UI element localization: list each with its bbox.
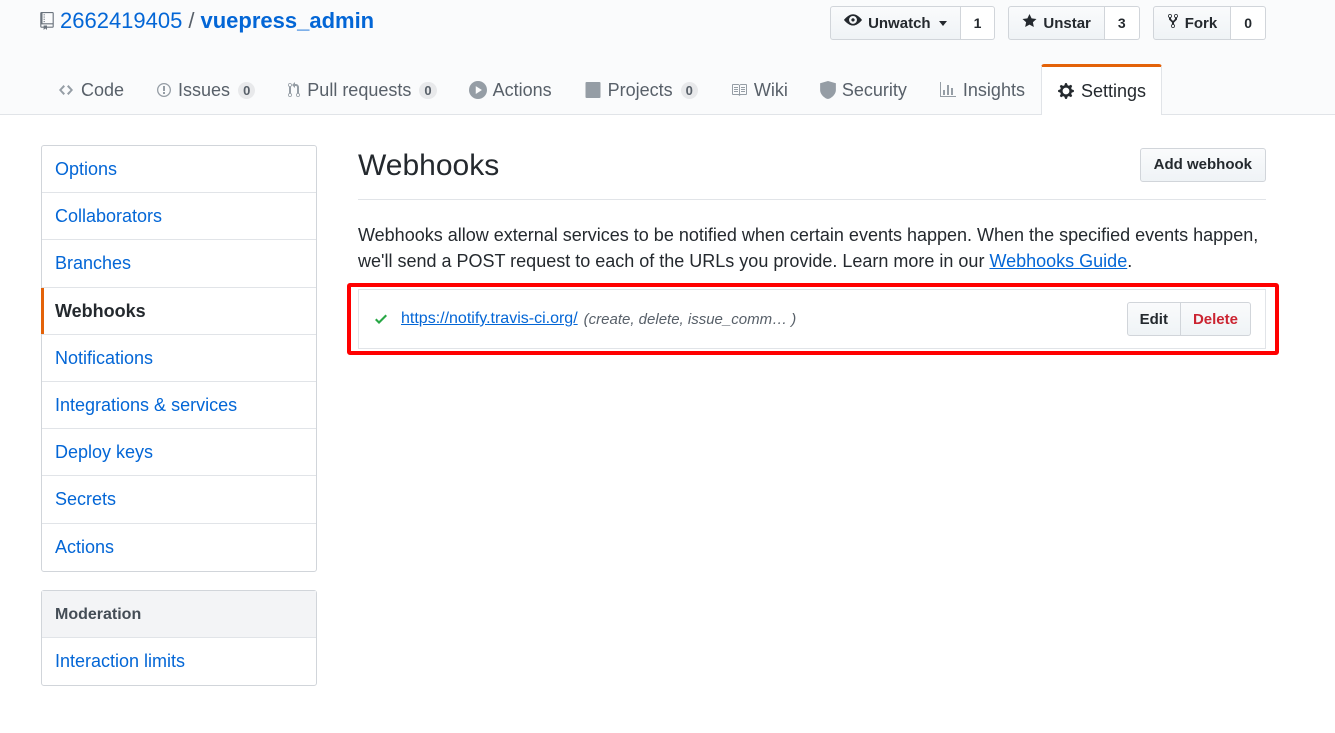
tab-settings-label: Settings <box>1080 80 1147 101</box>
issues-counter: 0 <box>238 81 256 99</box>
fork-label: Fork <box>1184 14 1218 32</box>
settings-sidebar: Options Collaborators Branches Webhooks … <box>41 145 317 572</box>
star-count[interactable]: 3 <box>1104 6 1140 40</box>
star-group: Unstar 3 <box>1008 6 1140 40</box>
webhooks-guide-link[interactable]: Webhooks Guide <box>989 251 1127 271</box>
sidebar-item-interaction-limits[interactable]: Interaction limits <box>42 638 316 685</box>
tab-pull-requests-label: Pull requests <box>307 79 412 100</box>
tab-issues-label: Issues <box>178 79 231 100</box>
tab-pull-requests[interactable]: Pull requests 0 <box>271 64 452 115</box>
unwatch-button[interactable]: Unwatch <box>830 6 961 40</box>
fork-button[interactable]: Fork <box>1152 6 1232 40</box>
code-icon <box>57 82 75 98</box>
repo-owner-link[interactable]: 2662419405 <box>60 8 182 34</box>
tab-settings[interactable]: Settings <box>1040 64 1163 115</box>
repo-nav: Code Issues 0 Pull requests 0 Actions Pr… <box>41 64 1163 115</box>
fork-count[interactable]: 0 <box>1231 6 1266 40</box>
projects-counter: 0 <box>680 81 698 99</box>
unwatch-label: Unwatch <box>868 14 931 32</box>
project-icon <box>584 82 602 98</box>
tab-projects[interactable]: Projects 0 <box>568 64 714 115</box>
repo-separator: / <box>188 8 195 33</box>
sidebar-item-deploy-keys[interactable]: Deploy keys <box>42 429 316 477</box>
tab-insights[interactable]: Insights <box>923 64 1041 115</box>
unstar-button[interactable]: Unstar <box>1008 6 1105 40</box>
repo-header: 2662419405 / vuepress_admin Unwatch 1 Un… <box>0 0 1335 115</box>
sidebar-item-options[interactable]: Options <box>42 146 316 194</box>
sidebar-item-collaborators[interactable]: Collaborators <box>42 193 316 241</box>
webhooks-main: Webhooks Add webhook Webhooks allow exte… <box>347 145 1279 355</box>
repo-name-link[interactable]: vuepress_admin <box>200 8 374 34</box>
tab-security[interactable]: Security <box>804 64 923 115</box>
eye-icon <box>844 14 863 32</box>
tab-security-label: Security <box>841 79 907 100</box>
tab-actions[interactable]: Actions <box>453 64 568 115</box>
fork-group: Fork 0 <box>1152 6 1266 40</box>
tab-code[interactable]: Code <box>41 64 140 115</box>
tab-issues[interactable]: Issues 0 <box>140 64 271 115</box>
pull-request-icon <box>287 82 301 98</box>
subhead: Webhooks Add webhook <box>358 145 1266 200</box>
sidebar-item-webhooks[interactable]: Webhooks <box>41 287 316 335</box>
tab-code-label: Code <box>81 79 125 100</box>
highlight-box <box>347 283 1279 355</box>
tab-wiki-label: Wiki <box>753 79 788 100</box>
play-icon <box>468 81 487 99</box>
tab-insights-label: Insights <box>962 79 1025 100</box>
sidebar-item-secrets[interactable]: Secrets <box>42 476 316 524</box>
chevron-down-icon <box>938 20 947 26</box>
sidebar-item-integrations[interactable]: Integrations & services <box>42 382 316 430</box>
shield-icon <box>820 81 836 99</box>
moderation-heading: Moderation <box>42 591 316 638</box>
repo-title: 2662419405 / vuepress_admin <box>40 8 374 34</box>
description-suffix: . <box>1127 251 1133 271</box>
issue-icon <box>156 82 172 98</box>
watch-count[interactable]: 1 <box>960 6 996 40</box>
unstar-label: Unstar <box>1043 14 1091 32</box>
star-icon <box>1022 13 1037 33</box>
sidebar-item-actions[interactable]: Actions <box>42 524 316 571</box>
add-webhook-button[interactable]: Add webhook <box>1139 147 1266 182</box>
sidebar-item-notifications[interactable]: Notifications <box>42 335 316 382</box>
moderation-sidebar: Moderation Interaction limits <box>41 590 317 687</box>
tab-projects-label: Projects <box>607 79 673 100</box>
webhooks-description: Webhooks allow external services to be n… <box>358 222 1266 274</box>
repo-actions: Unwatch 1 Unstar 3 Fork 0 <box>830 6 1266 40</box>
tab-wiki[interactable]: Wiki <box>714 64 804 115</box>
pull-requests-counter: 0 <box>419 81 437 99</box>
tab-actions-label: Actions <box>492 79 552 100</box>
watch-group: Unwatch 1 <box>830 6 996 40</box>
sidebar-item-branches[interactable]: Branches <box>42 240 316 288</box>
fork-icon <box>1167 13 1179 33</box>
book-icon <box>730 82 748 98</box>
repo-icon <box>40 12 54 30</box>
page-title: Webhooks <box>358 149 500 182</box>
gear-icon <box>1057 82 1075 100</box>
graph-icon <box>939 82 957 98</box>
